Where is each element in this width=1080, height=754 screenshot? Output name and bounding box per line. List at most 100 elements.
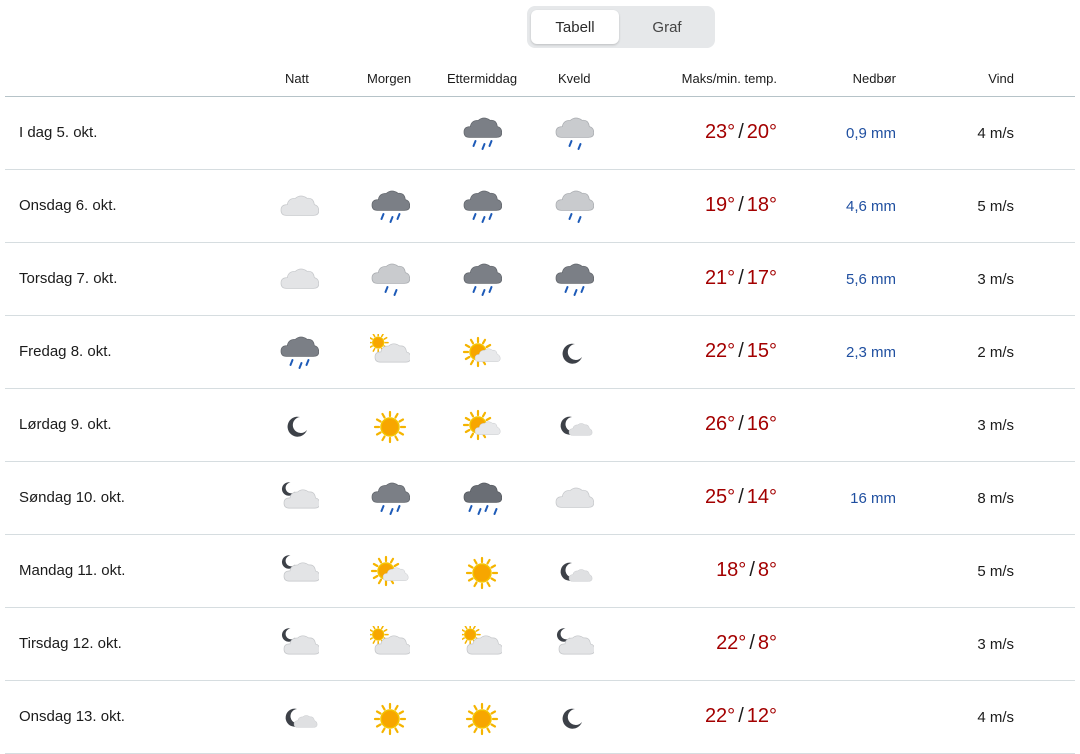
temperature: 22°/12°: [705, 705, 777, 728]
header-wind: Vind: [988, 71, 1014, 86]
row-date: Søndag 10. okt.: [19, 489, 125, 506]
fair-night-icon: [279, 699, 319, 739]
rain-cloud-icon: [554, 261, 595, 301]
temperature: 23°/20°: [705, 121, 777, 144]
partly-cloudy-day-icon: [367, 624, 412, 666]
row-date: Torsdag 7. okt.: [19, 270, 118, 287]
row-date: Fredag 8. okt.: [19, 343, 112, 360]
table-row[interactable]: Mandag 11. okt. 18°/8° 5 m/s: [5, 535, 1075, 608]
rain-cloud-icon: [462, 188, 503, 228]
wind-speed: 4 m/s: [977, 709, 1014, 726]
max-temp: 22°: [704, 340, 736, 362]
max-temp: 23°: [704, 121, 736, 143]
max-temp: 25°: [704, 486, 736, 508]
wind-speed: 3 m/s: [977, 271, 1014, 288]
wind-speed: 3 m/s: [977, 636, 1014, 653]
light-rain-cloud-icon: [554, 188, 595, 228]
header-evening: Kveld: [558, 71, 591, 86]
cloud-icon: [554, 480, 595, 520]
partly-cloudy-night-icon: [279, 626, 321, 666]
min-temp: 17°: [746, 267, 777, 289]
min-temp: 15°: [746, 340, 777, 362]
view-toggle: Tabell Graf: [527, 6, 715, 48]
header-night: Natt: [285, 71, 309, 86]
table-row[interactable]: Tirsdag 12. okt. 22°/8° 3 m/s: [5, 608, 1075, 681]
temp-separator: /: [749, 559, 755, 581]
min-temp: 14°: [746, 486, 777, 508]
temp-separator: /: [738, 267, 744, 289]
rain-cloud-icon: [370, 188, 411, 228]
row-date: Onsdag 6. okt.: [19, 197, 117, 214]
table-row[interactable]: Lørdag 9. okt. 26°/16° 3 m/s: [5, 389, 1075, 462]
rain-cloud-icon: [462, 261, 503, 301]
wind-speed: 5 m/s: [977, 198, 1014, 215]
min-temp: 8°: [757, 632, 777, 654]
precipitation: 4,6 mm: [845, 198, 896, 215]
fair-night-icon: [554, 553, 594, 593]
max-temp: 18°: [716, 559, 747, 581]
row-date: Mandag 11. okt.: [19, 562, 126, 579]
fair-day-icon: [462, 334, 502, 374]
partly-cloudy-day-icon: [367, 332, 412, 374]
min-temp: 16°: [746, 413, 777, 435]
moon-icon: [554, 334, 594, 374]
forecast-table: Natt Morgen Ettermiddag Kveld Maks/min. …: [5, 60, 1075, 754]
partly-cloudy-day-icon: [459, 624, 504, 666]
temperature: 18°/8°: [716, 559, 777, 582]
min-temp: 8°: [757, 559, 777, 581]
min-temp: 20°: [746, 121, 777, 143]
min-temp: 18°: [746, 194, 777, 216]
temp-separator: /: [738, 340, 744, 362]
moon-icon: [279, 407, 319, 447]
fair-day-icon: [370, 553, 410, 593]
cloud-icon: [279, 188, 320, 228]
table-row[interactable]: Onsdag 6. okt. 19°/18° 4,6 mm 5 m/s: [5, 170, 1075, 243]
wind-speed: 5 m/s: [977, 563, 1014, 580]
heavy-rain-cloud-icon: [462, 480, 503, 520]
partly-cloudy-night-icon: [279, 553, 321, 593]
precipitation: 16 mm: [850, 490, 896, 507]
temp-separator: /: [738, 121, 744, 143]
fair-night-icon: [554, 407, 594, 447]
table-body: I dag 5. okt. 23°/20° 0,9 mm 4 m/s Onsdag 6…: [5, 97, 1075, 754]
graph-view-button[interactable]: Graf: [623, 10, 711, 44]
max-temp: 22°: [716, 632, 747, 654]
table-row[interactable]: I dag 5. okt. 23°/20° 0,9 mm 4 m/s: [5, 97, 1075, 170]
header-afternoon: Ettermiddag: [447, 71, 518, 86]
rain-cloud-icon: [462, 115, 503, 155]
table-header: Natt Morgen Ettermiddag Kveld Maks/min. …: [5, 60, 1075, 97]
max-temp: 22°: [704, 705, 736, 727]
table-row[interactable]: Torsdag 7. okt. 21°/17° 5,6 mm 3 m/s: [5, 243, 1075, 316]
row-date: Lørdag 9. okt.: [19, 416, 112, 433]
partly-cloudy-night-icon: [554, 626, 596, 666]
table-view-button[interactable]: Tabell: [531, 10, 619, 44]
temp-separator: /: [738, 705, 744, 727]
sun-icon: [370, 699, 410, 739]
fair-day-icon: [462, 407, 502, 447]
temp-separator: /: [738, 194, 744, 216]
wind-speed: 2 m/s: [977, 344, 1014, 361]
wind-speed: 3 m/s: [977, 417, 1014, 434]
table-row[interactable]: Søndag 10. okt. 25°/14° 16 mm 8 m/s: [5, 462, 1075, 535]
temperature: 19°/18°: [705, 194, 777, 217]
temperature: 22°/15°: [705, 340, 777, 363]
table-row[interactable]: Fredag 8. okt. 22°/15° 2,3 mm 2 m/s: [5, 316, 1075, 389]
wind-speed: 4 m/s: [977, 125, 1014, 142]
precipitation: 0,9 mm: [845, 125, 896, 142]
light-rain-cloud-icon: [554, 115, 595, 155]
precipitation: 5,6 mm: [845, 271, 896, 288]
row-date: Tirsdag 12. okt.: [19, 635, 122, 652]
table-row[interactable]: Onsdag 13. okt. 22°/12° 4 m/s: [5, 681, 1075, 754]
moon-icon: [554, 699, 594, 739]
cloud-icon: [279, 261, 320, 301]
temp-separator: /: [738, 486, 744, 508]
min-temp: 12°: [746, 705, 777, 727]
temp-separator: /: [749, 632, 755, 654]
header-precip: Nedbør: [852, 71, 896, 86]
row-date: I dag 5. okt.: [19, 124, 98, 141]
sun-icon: [462, 699, 502, 739]
temperature: 25°/14°: [705, 486, 777, 509]
wind-speed: 8 m/s: [977, 490, 1014, 507]
rain-cloud-icon: [370, 480, 411, 520]
row-date: Onsdag 13. okt.: [19, 708, 125, 725]
